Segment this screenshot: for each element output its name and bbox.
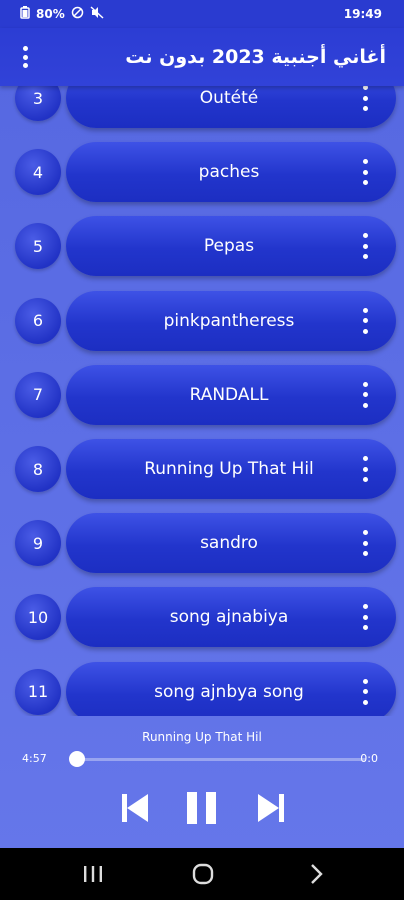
track-options-kebab-icon[interactable] (360, 381, 370, 408)
track-row[interactable]: 4 paches (0, 142, 404, 203)
track-row[interactable]: 9 sandro (0, 513, 404, 574)
elapsed-time: 4:57 (22, 752, 47, 765)
track-number: 9 (15, 520, 61, 567)
track-number: 5 (15, 223, 61, 270)
menu-kebab-icon[interactable] (18, 44, 32, 70)
track-list[interactable]: 3 Outété 4 paches 5 Pepas 6 pinkpantheress 7 RAND… (0, 86, 404, 716)
next-icon[interactable] (254, 788, 288, 828)
track-item-button[interactable]: paches (66, 142, 396, 203)
track-options-kebab-icon[interactable] (360, 307, 370, 334)
track-options-kebab-icon[interactable] (360, 604, 370, 631)
battery-icon (20, 6, 30, 22)
track-row[interactable]: 3 Outété (0, 86, 404, 128)
track-item-button[interactable]: Pepas (66, 216, 396, 277)
track-options-kebab-icon[interactable] (360, 159, 370, 186)
track-row[interactable]: 11 song ajnbya song (0, 661, 404, 716)
track-number: 6 (15, 297, 61, 344)
seek-bar[interactable] (76, 758, 366, 761)
track-title: Outété (199, 88, 259, 108)
do-not-disturb-icon (71, 6, 84, 22)
previous-icon[interactable] (118, 788, 152, 828)
track-number: 3 (15, 86, 61, 121)
track-item-button[interactable]: sandro (66, 513, 396, 574)
mute-icon (90, 6, 104, 22)
recent-apps-icon[interactable] (78, 862, 108, 886)
track-title: pinkpantheress (163, 310, 295, 331)
track-title: sandro (200, 533, 258, 554)
seek-thumb[interactable] (69, 751, 85, 767)
back-icon[interactable] (302, 862, 332, 886)
track-item-button[interactable]: pinkpantheress (66, 290, 396, 351)
track-item-button[interactable]: Outété (66, 86, 396, 128)
track-item-button[interactable]: song ajnabiya (66, 587, 396, 648)
clock: 19:49 (343, 7, 382, 21)
player-controls (0, 788, 404, 828)
pause-icon[interactable] (185, 788, 219, 828)
track-options-kebab-icon[interactable] (360, 456, 370, 482)
track-item-button[interactable]: Running Up That Hil (66, 439, 396, 499)
track-options-kebab-icon[interactable] (360, 233, 370, 260)
track-title: song ajnbya song (154, 681, 304, 702)
track-item-button[interactable]: song ajnbya song (66, 661, 396, 716)
home-icon[interactable] (188, 862, 218, 886)
track-title: paches (198, 162, 260, 183)
track-number: 10 (15, 594, 61, 641)
status-bar: 80% 19:49 (0, 0, 404, 28)
track-row[interactable]: 8 Running Up That Hil (0, 439, 404, 499)
track-number: 8 (15, 446, 61, 492)
track-row[interactable]: 5 Pepas (0, 216, 404, 277)
now-playing-title: Running Up That Hil (142, 730, 262, 744)
track-number: 4 (15, 149, 61, 196)
track-number: 11 (15, 668, 61, 715)
track-title: RANDALL (189, 384, 269, 405)
track-title: Pepas (203, 236, 255, 257)
track-options-kebab-icon[interactable] (360, 530, 370, 557)
app-bar: أغاني أجنبية 2023 بدون نت (0, 28, 404, 86)
track-title: song ajnabiya (169, 607, 289, 628)
track-row[interactable]: 7 RANDALL (0, 364, 404, 425)
track-options-kebab-icon[interactable] (360, 678, 370, 705)
track-options-kebab-icon[interactable] (360, 86, 370, 111)
track-number: 7 (15, 371, 61, 418)
battery-level: 80% (36, 7, 65, 21)
track-item-button[interactable]: RANDALL (66, 364, 396, 425)
track-row[interactable]: 10 song ajnabiya (0, 587, 404, 648)
page-title: أغاني أجنبية 2023 بدون نت (125, 46, 386, 68)
track-title: Running Up That Hil (144, 459, 314, 479)
track-row[interactable]: 6 pinkpantheress (0, 290, 404, 351)
system-nav-bar (0, 848, 404, 900)
